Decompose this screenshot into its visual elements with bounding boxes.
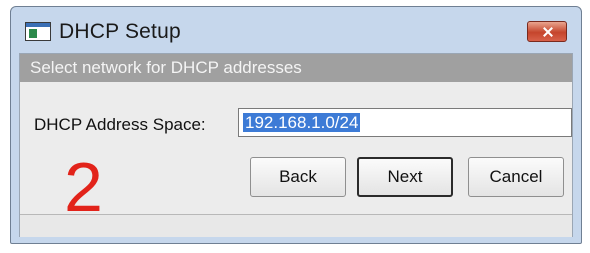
address-space-input[interactable]: 192.168.1.0/24 [238,108,572,137]
next-button[interactable]: Next [357,157,453,197]
status-area [20,214,572,237]
instruction-text: Select network for DHCP addresses [30,58,302,77]
close-button[interactable] [527,21,567,42]
address-space-label: DHCP Address Space: [34,115,206,134]
back-button[interactable]: Back [250,157,346,197]
app-icon-bar [26,23,50,27]
address-space-value: 192.168.1.0/24 [243,113,361,132]
app-window-icon [25,22,51,41]
window-title: DHCP Setup [59,20,181,43]
instruction-strip: Select network for DHCP addresses [20,54,572,82]
title-bar[interactable]: DHCP Setup [11,7,581,53]
step-number-annotation: 2 [64,148,103,226]
app-icon-block [29,29,37,38]
dhcp-setup-window: DHCP Setup Select network for DHCP addre… [10,6,582,244]
cancel-button[interactable]: Cancel [468,157,564,197]
dialog-client-area: Select network for DHCP addresses DHCP A… [19,53,573,237]
